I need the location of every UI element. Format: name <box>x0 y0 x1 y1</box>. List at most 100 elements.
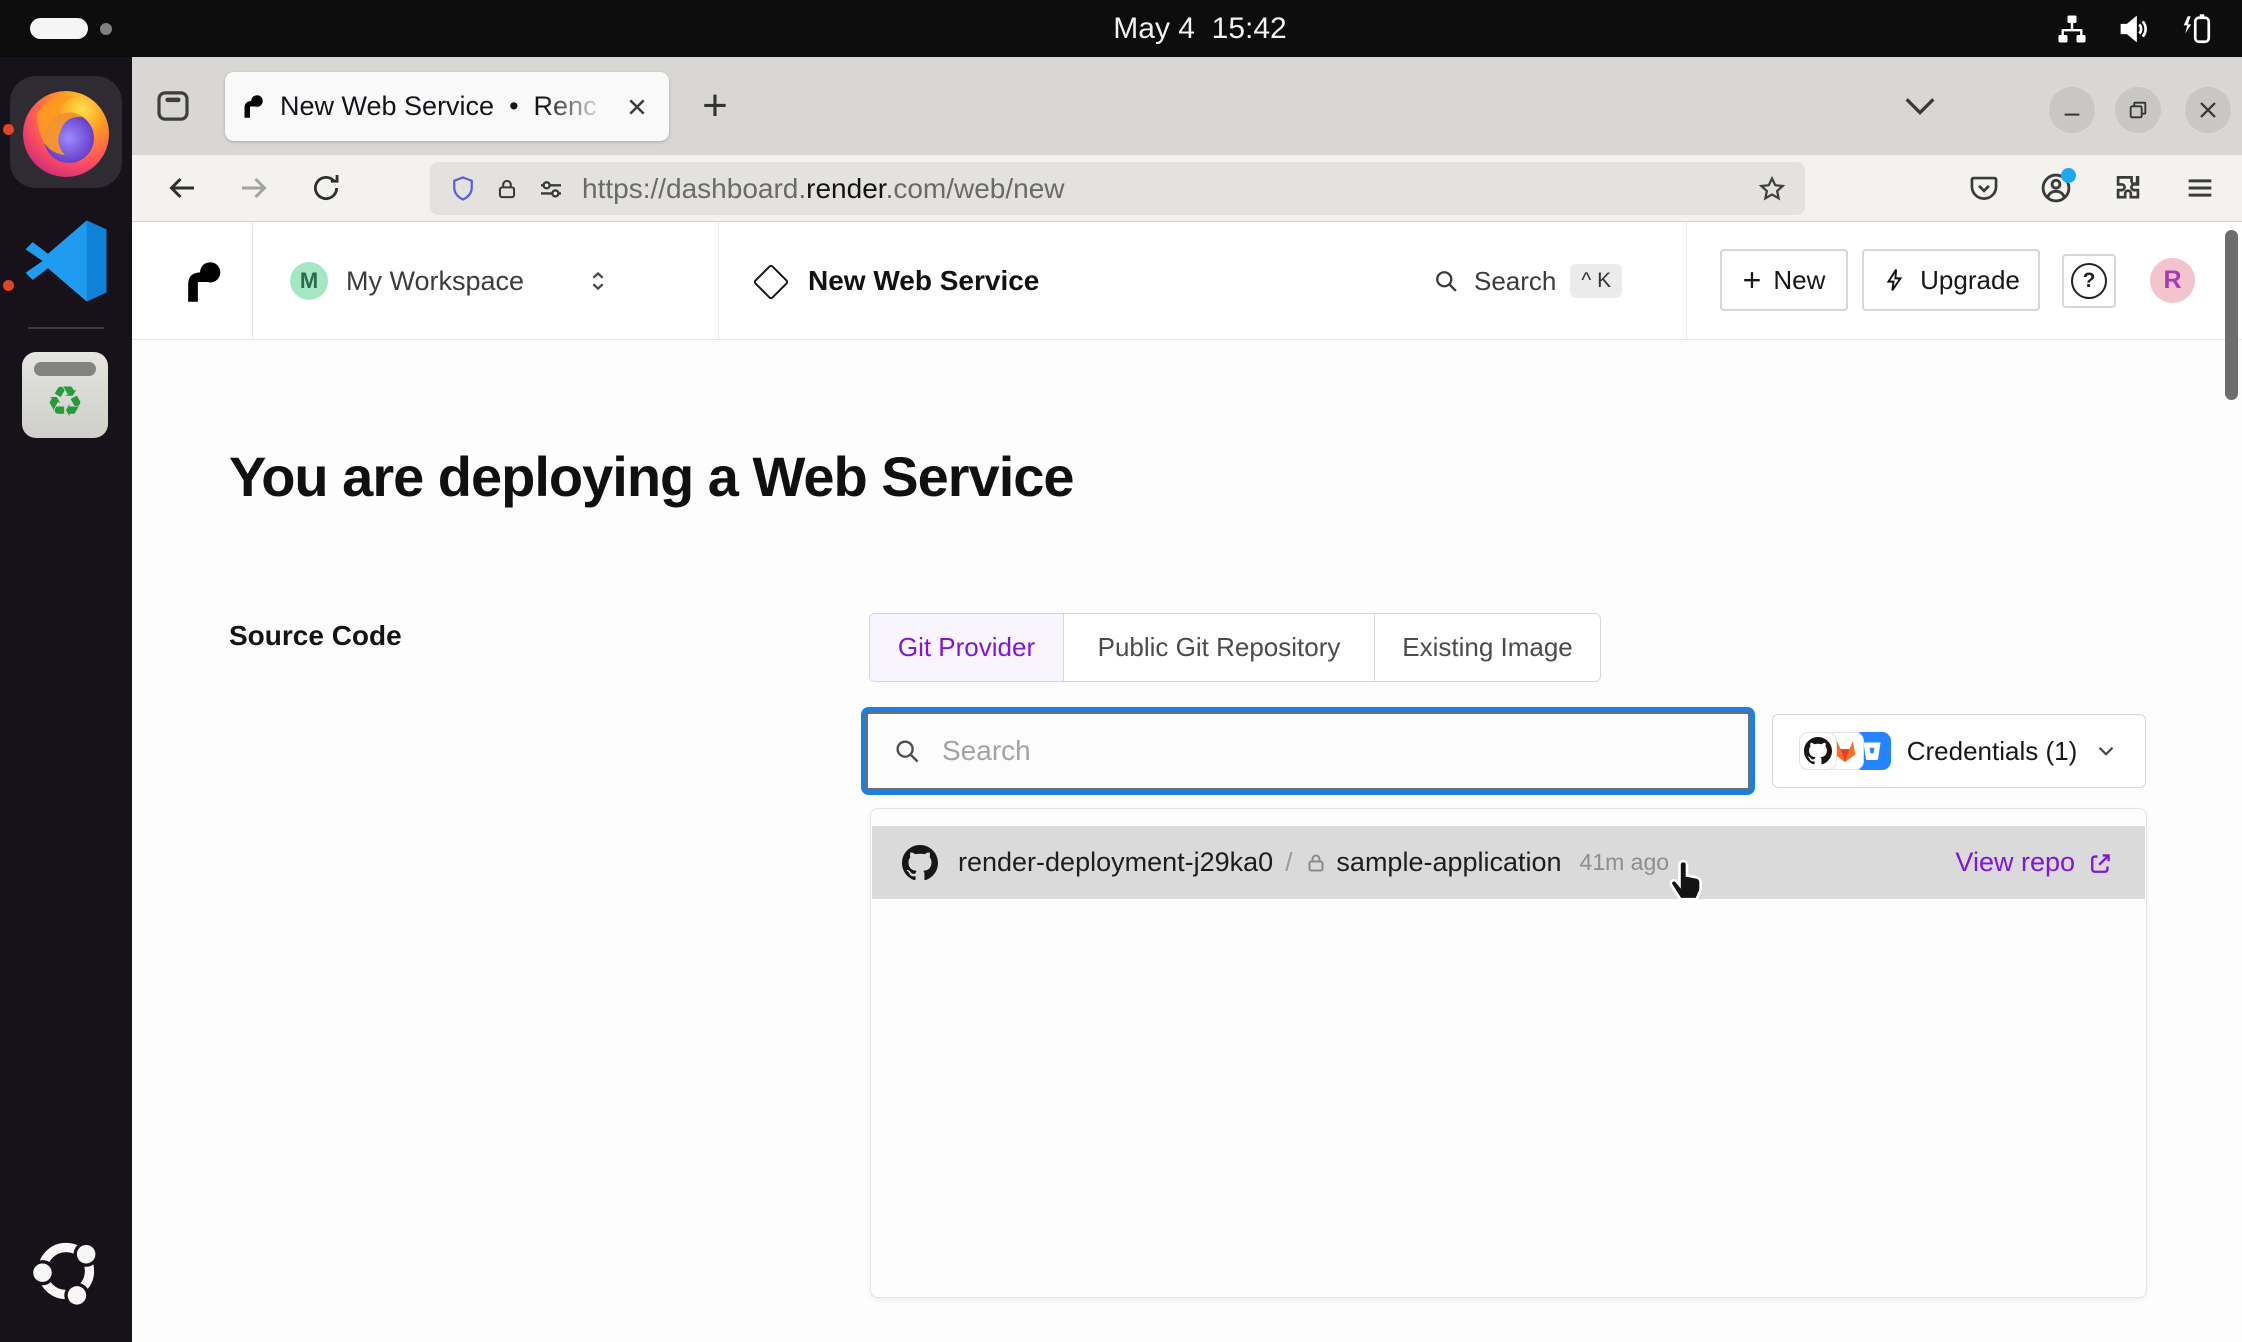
forward-icon <box>236 170 272 206</box>
url-bar[interactable]: https://dashboard.render.com/web/new <box>430 162 1805 215</box>
dock-item-app-grid[interactable] <box>24 1229 108 1313</box>
header-divider <box>718 222 719 339</box>
permissions-toggles-icon[interactable] <box>536 174 566 204</box>
dock-item-firefox[interactable] <box>10 76 122 188</box>
dock-item-vscode[interactable] <box>20 215 112 307</box>
lock-icon[interactable] <box>494 176 520 202</box>
account-button[interactable] <box>2034 166 2078 210</box>
new-tab-button[interactable]: + <box>692 83 738 129</box>
credentials-label: Credentials (1) <box>1907 736 2078 767</box>
repo-search-field[interactable] <box>866 712 1750 790</box>
desktop: May 4 15:42 <box>0 0 2242 1342</box>
system-top-bar: May 4 15:42 <box>0 0 2242 57</box>
firefox-view-icon[interactable] <box>152 85 194 127</box>
page-content: M My Workspace New Web Service Search ^ … <box>132 222 2242 1342</box>
menu-button[interactable] <box>2178 166 2222 210</box>
workspace-chevron-updown-icon[interactable] <box>584 267 612 295</box>
repo-search-input[interactable] <box>940 734 1724 768</box>
tab-existing-image[interactable]: Existing Image <box>1374 614 1600 681</box>
repo-separator: / <box>1285 847 1292 878</box>
pocket-icon <box>1967 171 2001 205</box>
back-icon <box>164 170 200 206</box>
dock-divider <box>28 327 104 329</box>
close-icon <box>2196 98 2220 122</box>
tab-close-icon[interactable] <box>621 91 653 123</box>
upgrade-button-label: Upgrade <box>1920 265 2020 296</box>
help-button[interactable]: ? <box>2062 254 2116 308</box>
vscode-running-dot <box>3 280 14 291</box>
app-header: M My Workspace New Web Service Search ^ … <box>132 222 2242 340</box>
url-domain: render <box>806 173 885 204</box>
repo-name: sample-application <box>1336 847 1561 878</box>
tab-title: New Web Service • Renc <box>280 91 607 122</box>
service-diamond-icon <box>753 264 790 301</box>
battery-charging-icon <box>2178 11 2214 47</box>
system-clock[interactable]: May 4 15:42 <box>1113 12 1286 46</box>
search-icon <box>1432 267 1460 295</box>
pocket-button[interactable] <box>1962 166 2006 210</box>
reload-icon <box>309 171 343 205</box>
user-avatar[interactable]: R <box>2150 258 2195 303</box>
source-code-label: Source Code <box>229 620 402 652</box>
question-mark-icon: ? <box>2071 263 2107 299</box>
page-heading: You are deploying a Web Service <box>229 444 1074 509</box>
workspace-indicator-dot[interactable] <box>100 23 112 35</box>
hamburger-menu-icon <box>2183 171 2217 205</box>
repo-updated-time: 41m ago <box>1580 849 1670 876</box>
system-tray[interactable] <box>2054 0 2214 57</box>
source-type-tabs: Git Provider Public Git Repository Exist… <box>869 613 1601 682</box>
github-tile <box>1799 732 1837 770</box>
list-all-tabs-icon[interactable] <box>1900 91 1940 121</box>
new-button[interactable]: + New <box>1720 249 1848 311</box>
search-shortcut-badge: ^ K <box>1570 264 1622 298</box>
url-prefix: https://dashboard. <box>582 173 806 204</box>
github-icon <box>902 845 938 881</box>
window-close-button[interactable] <box>2185 87 2231 133</box>
forward-button[interactable] <box>232 166 276 210</box>
view-repo-link[interactable]: View repo <box>1955 847 2075 878</box>
tab-bar: New Web Service • Renc + <box>132 57 2242 155</box>
firefox-running-dot <box>3 124 14 135</box>
render-logo[interactable] <box>182 258 226 306</box>
scrollbar-thumb[interactable] <box>2225 230 2238 400</box>
navigation-toolbar: https://dashboard.render.com/web/new <box>132 155 2242 222</box>
global-search-button[interactable]: Search ^ K <box>1432 222 1622 340</box>
external-link-icon[interactable] <box>2087 849 2115 877</box>
ubuntu-logo-icon <box>24 1229 108 1313</box>
trash-lid <box>34 362 96 376</box>
chevron-down-icon <box>2093 738 2119 764</box>
extensions-button[interactable] <box>2106 166 2150 210</box>
workspace-selector[interactable]: My Workspace <box>346 222 524 340</box>
bookmark-star-icon[interactable] <box>1757 174 1787 204</box>
dock: ♻ <box>0 57 132 1342</box>
window-restore-button[interactable] <box>2115 87 2161 133</box>
dock-item-trash[interactable]: ♻ <box>22 352 108 438</box>
back-button[interactable] <box>160 166 204 210</box>
header-divider <box>252 222 253 339</box>
trash-icon: ♻ <box>46 381 84 423</box>
volume-icon <box>2116 11 2152 47</box>
credentials-dropdown[interactable]: Credentials (1) <box>1772 714 2146 788</box>
repo-owner: render-deployment-j29ka0 <box>958 847 1273 878</box>
network-icon <box>2054 11 2090 47</box>
new-button-label: New <box>1773 265 1825 296</box>
repository-row[interactable]: render-deployment-j29ka0 / sample-applic… <box>872 826 2145 899</box>
upgrade-button[interactable]: Upgrade <box>1862 249 2040 311</box>
browser-tab[interactable]: New Web Service • Renc <box>225 72 669 141</box>
url-path: .com/web/new <box>886 173 1065 204</box>
extensions-puzzle-icon <box>2111 171 2145 205</box>
breadcrumb-page-title: New Web Service <box>808 222 1039 340</box>
tracking-protection-shield-icon[interactable] <box>448 174 478 204</box>
window-minimize-button[interactable] <box>2049 87 2095 133</box>
tab-git-provider[interactable]: Git Provider <box>870 614 1063 681</box>
tab-public-git-repository[interactable]: Public Git Repository <box>1063 614 1374 681</box>
workspace-indicator-pill[interactable] <box>30 18 88 39</box>
reload-button[interactable] <box>304 166 348 210</box>
lightning-bolt-icon <box>1882 267 1908 293</box>
credential-provider-icons <box>1799 732 1891 770</box>
url-text[interactable]: https://dashboard.render.com/web/new <box>582 173 1741 205</box>
render-favicon <box>241 93 266 120</box>
search-icon <box>892 736 922 766</box>
minimize-icon <box>2061 99 2083 121</box>
header-divider <box>1686 222 1687 339</box>
